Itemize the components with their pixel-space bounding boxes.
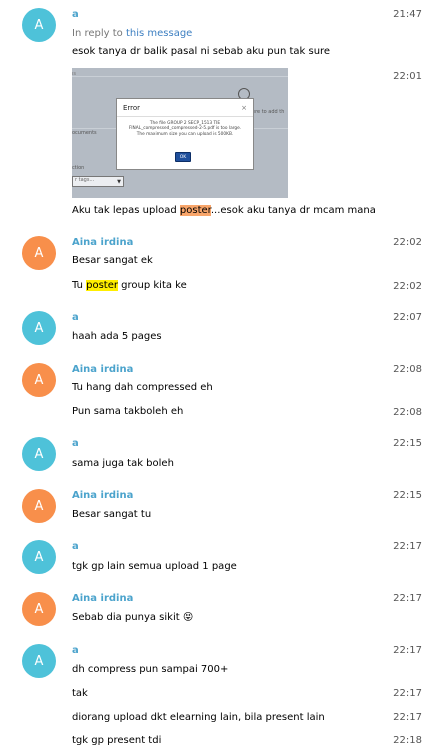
- tags-select: r tags... ▼: [72, 176, 124, 187]
- avatar[interactable]: A: [22, 236, 56, 270]
- message-text: Tu poster group kita ke: [72, 280, 187, 291]
- sender-name[interactable]: a: [72, 645, 79, 656]
- reply-header: In reply to this message: [72, 28, 192, 39]
- message-text: diorang upload dkt elearning lain, bila …: [72, 712, 325, 723]
- sender-name[interactable]: Aina irdina: [72, 237, 133, 248]
- message-time: 22:18: [393, 735, 422, 746]
- dialog-title: Error: [123, 104, 141, 112]
- message-text: tak: [72, 688, 88, 699]
- search-highlight: poster: [86, 280, 118, 291]
- text-segment: Aku tak lepas upload: [72, 205, 180, 216]
- message-text: Besar sangat ek: [72, 255, 153, 266]
- avatar[interactable]: A: [22, 489, 56, 523]
- message-text: Pun sama takboleh eh: [72, 406, 184, 417]
- message-time: 22:17: [393, 593, 422, 604]
- message-text: sama juga tak boleh: [72, 458, 174, 469]
- select-placeholder: r tags...: [75, 177, 95, 183]
- message-time: 22:07: [393, 312, 422, 323]
- reply-link[interactable]: this message: [126, 28, 192, 39]
- message-time: 22:15: [393, 438, 422, 449]
- message-text: haah ada 5 pages: [72, 331, 162, 342]
- avatar[interactable]: A: [22, 540, 56, 574]
- text-segment: Sebab dia punya sikit: [72, 612, 180, 623]
- message-time: 21:47: [393, 9, 422, 20]
- close-icon: ×: [241, 104, 247, 112]
- message-text: Besar sangat tu: [72, 509, 152, 520]
- text-segment: group kita ke: [117, 280, 187, 291]
- search-highlight: poster: [179, 205, 211, 216]
- message-text: Aku tak lepas upload poster...esok aku t…: [72, 205, 376, 216]
- message-time: 22:01: [393, 71, 422, 82]
- message-text: tgk gp present tdi: [72, 735, 162, 746]
- avatar[interactable]: A: [22, 437, 56, 471]
- message-time: 22:08: [393, 364, 422, 375]
- message-time: 22:17: [393, 541, 422, 552]
- message-text: esok tanya dr balik pasal ni sebab aku p…: [72, 46, 331, 57]
- avatar[interactable]: A: [22, 8, 56, 42]
- message-text: Tu hang dah compressed eh: [72, 382, 213, 393]
- avatar[interactable]: A: [22, 363, 56, 397]
- sender-name[interactable]: a: [72, 541, 79, 552]
- sender-name[interactable]: a: [72, 438, 79, 449]
- error-dialog: Error × The file GROUP 2 SECP_1513 TIE F…: [116, 98, 254, 170]
- sender-name[interactable]: Aina irdina: [72, 593, 133, 604]
- screenshot-image[interactable]: ıs ere to add th ocuments ction r tags..…: [72, 68, 288, 198]
- message-text: Sebab dia punya sikit 😝: [72, 612, 193, 623]
- message-time: 22:02: [393, 237, 422, 248]
- sender-name[interactable]: Aina irdina: [72, 364, 133, 375]
- text-segment: Tu: [72, 280, 87, 291]
- dialog-message: The file GROUP 2 SECP_1513 TIE FINAL_com…: [128, 121, 242, 137]
- dialog-divider: [117, 116, 253, 117]
- image-text: ere to add th: [252, 109, 285, 115]
- sender-name[interactable]: Aina irdina: [72, 490, 133, 501]
- message-time: 22:17: [393, 688, 422, 699]
- chevron-down-icon: ▼: [117, 179, 121, 185]
- image-text: ıs: [72, 71, 76, 77]
- ok-button: OK: [175, 152, 191, 162]
- sender-name[interactable]: a: [72, 9, 79, 20]
- tongue-emoji-icon: 😝: [182, 612, 194, 623]
- sender-name[interactable]: a: [72, 312, 79, 323]
- image-text: ocuments: [72, 130, 97, 136]
- avatar[interactable]: A: [22, 644, 56, 678]
- avatar[interactable]: A: [22, 311, 56, 345]
- divider: [72, 76, 288, 77]
- image-text: ction: [72, 165, 85, 171]
- message-time: 22:08: [393, 407, 422, 418]
- message-time: 22:02: [393, 281, 422, 292]
- message-time: 22:17: [393, 645, 422, 656]
- message-text: dh compress pun sampai 700+: [72, 664, 229, 675]
- message-text: tgk gp lain semua upload 1 page: [72, 561, 237, 572]
- avatar[interactable]: A: [22, 592, 56, 626]
- text-segment: ...esok aku tanya dr mcam mana: [210, 205, 376, 216]
- message-time: 22:15: [393, 490, 422, 501]
- message-time: 22:17: [393, 712, 422, 723]
- reply-prefix: In reply to: [72, 28, 126, 39]
